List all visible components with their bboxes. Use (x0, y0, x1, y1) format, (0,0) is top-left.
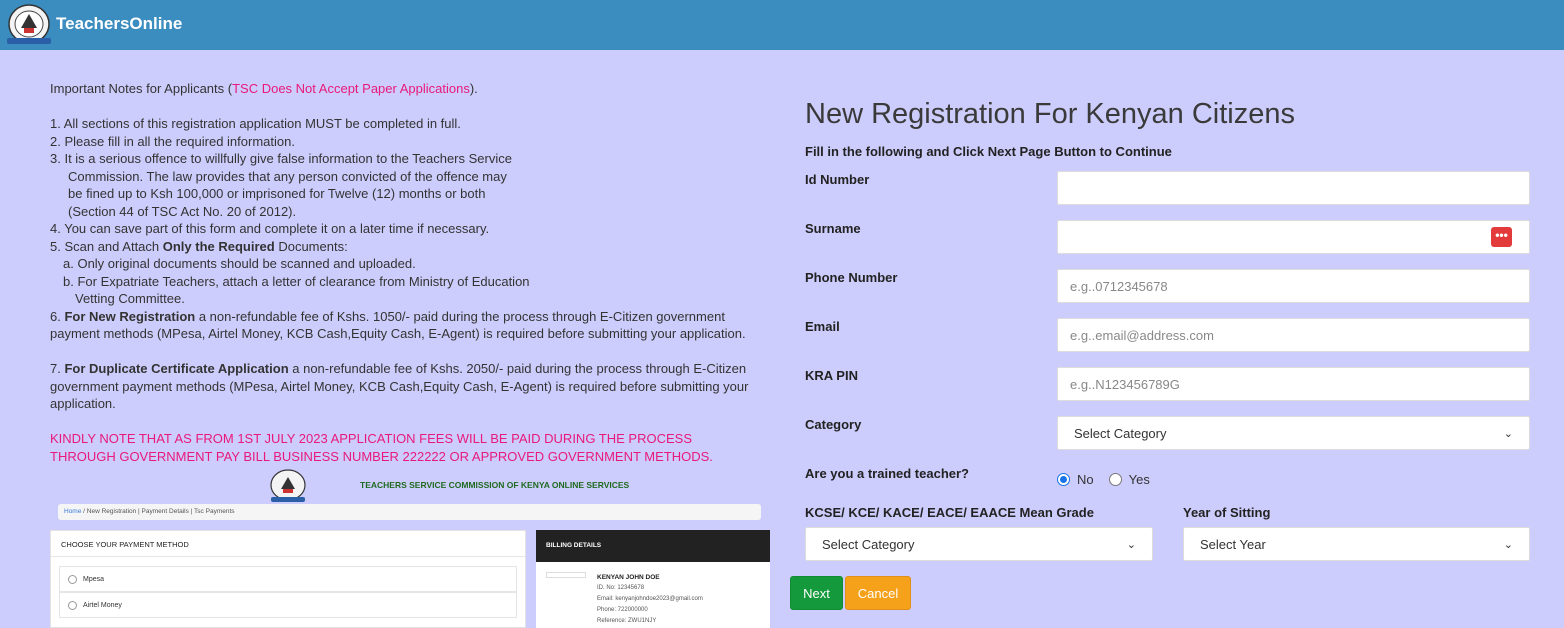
mean-grade-select[interactable]: Select Category ⌄ (805, 527, 1153, 561)
trained-no-radio[interactable] (1057, 473, 1070, 486)
note-item-5b-line-1: b. For Expatriate Teachers, attach a let… (63, 273, 530, 289)
embedded-breadcrumb-rest: / New Registration | Payment Details | T… (81, 508, 235, 515)
note-item-3-line-1: 3. It is a serious offence to willfully … (50, 151, 512, 166)
note-item-4: 4. You can save part of this form and co… (50, 221, 490, 236)
email-input[interactable] (1057, 318, 1530, 352)
embedded-bill-reference: Reference: ZWU1NJY (597, 618, 657, 624)
notes-intro-suffix: ). (469, 81, 478, 96)
embedded-breadcrumb-home: Home (64, 508, 82, 515)
note-item-2: 2. Please fill in all the required infor… (50, 133, 295, 149)
embedded-title: TEACHERS SERVICE COMMISSION OF KENYA ONL… (360, 480, 630, 490)
note-item-1: 1. All sections of this registration app… (50, 116, 461, 131)
id-number-label: Id Number (805, 172, 870, 187)
year-of-sitting-select[interactable]: Select Year ⌄ (1183, 527, 1530, 561)
trained-no-label[interactable]: No (1077, 472, 1094, 487)
note-item-6: 6. For New Registration a non-refundable… (50, 308, 760, 343)
applicant-notes: Important Notes for Applicants (TSC Does… (50, 80, 760, 465)
payment-warning: KINDLY NOTE THAT AS FROM 1ST JULY 2023 A… (50, 431, 713, 464)
id-number-input[interactable] (1057, 171, 1530, 205)
kra-pin-input[interactable] (1057, 367, 1530, 401)
radio-icon (68, 574, 77, 584)
trained-yes-label[interactable]: Yes (1129, 472, 1150, 487)
embedded-bill-id: ID. No: 12345678 (597, 585, 645, 591)
phone-number-label: Phone Number (805, 270, 898, 285)
paper-applications-note: TSC Does Not Accept Paper Applications (232, 81, 470, 96)
payment-example-image: TEACHERS SERVICE COMMISSION OF KENYA ONL… (50, 468, 770, 628)
note-item-3-line-2: Commission. The law provides that any pe… (68, 168, 507, 184)
chevron-down-icon: ⌄ (1126, 538, 1136, 551)
next-button[interactable]: Next (790, 576, 843, 610)
notes-intro-prefix: Important Notes for Applicants ( (50, 81, 233, 96)
note-item-6-prefix: 6. (50, 308, 65, 324)
embedded-payment-heading: CHOOSE YOUR PAYMENT METHOD (51, 531, 525, 557)
embedded-breadcrumb: Home / New Registration | Payment Detail… (58, 504, 761, 520)
cancel-button[interactable]: Cancel (845, 576, 911, 610)
note-item-6-bold: For New Registration (64, 308, 196, 324)
note-item-5-prefix: 5. Scan and Attach (50, 238, 163, 254)
embedded-bill-phone: Phone: 722000000 (597, 607, 648, 613)
note-item-5-bold: Only the Required (162, 238, 275, 254)
note-item-5-suffix: Documents: (274, 238, 348, 254)
embedded-billing-details: KENYAN JOHN DOE ID. No: 12345678 Email: … (597, 572, 703, 627)
mean-grade-label: KCSE/ KCE/ KACE/ EACE/ EAACE Mean Grade (805, 505, 1094, 520)
notes-intro: Important Notes for Applicants (TSC Does… (50, 80, 760, 98)
tsc-logo-icon[interactable] (5, 2, 53, 47)
note-item-5b-line-2: Vetting Committee. (75, 291, 185, 306)
surname-input[interactable] (1057, 220, 1530, 254)
chevron-down-icon: ⌄ (1503, 538, 1513, 551)
embedded-option-mpesa: Mpesa (59, 566, 517, 592)
embedded-option-airtel: Airtel Money (59, 592, 517, 618)
trained-teacher-radio-group: No Yes (1057, 472, 1150, 487)
year-of-sitting-select-value: Select Year (1200, 536, 1266, 552)
kra-pin-label: KRA PIN (805, 368, 858, 383)
tsc-seal-icon (270, 469, 306, 502)
trained-yes-radio[interactable] (1108, 473, 1122, 486)
brand-name[interactable]: TeachersOnline (56, 14, 182, 34)
embedded-billing-heading: BILLING DETAILS (536, 530, 770, 562)
note-item-7: 7. For Duplicate Certificate Application… (50, 360, 760, 413)
chevron-down-icon: ⌄ (1503, 427, 1513, 440)
embedded-bill-email: Email: kenyanjohndoe2023@gmail.com (597, 596, 703, 602)
embedded-payment-panel: CHOOSE YOUR PAYMENT METHOD Mpesa Airtel … (50, 530, 526, 628)
category-select-value: Select Category (1074, 425, 1167, 441)
category-label: Category (805, 417, 862, 432)
note-item-3-line-4: (Section 44 of TSC Act No. 20 of 2012). (68, 203, 297, 219)
page-title: New Registration For Kenyan Citizens (805, 98, 1295, 130)
year-of-sitting-label: Year of Sitting (1183, 505, 1271, 520)
embedded-bill-name: KENYAN JOHN DOE (597, 574, 660, 581)
surname-label: Surname (805, 221, 861, 236)
embedded-billing-panel: BILLING DETAILS KENYAN JOHN DOE ID. No: … (536, 530, 770, 628)
note-item-7-prefix: 7. (50, 361, 65, 376)
phone-number-input[interactable] (1057, 269, 1530, 303)
embedded-billing-thumb (546, 572, 586, 578)
category-select[interactable]: Select Category ⌄ (1057, 416, 1530, 450)
mean-grade-select-value: Select Category (822, 536, 915, 552)
note-item-3-line-3: be fined up to Ksh 100,000 or imprisoned… (68, 186, 486, 201)
form-subtitle: Fill in the following and Click Next Pag… (805, 144, 1172, 159)
top-navbar: TeachersOnline (0, 0, 1564, 50)
radio-icon (68, 600, 77, 610)
embedded-option-airtel-label: Airtel Money (83, 601, 122, 609)
note-item-5a: a. Only original documents should be sca… (63, 256, 416, 271)
password-manager-icon[interactable]: ••• (1491, 227, 1512, 247)
note-item-7-bold: For Duplicate Certificate Application (64, 361, 289, 376)
email-label: Email (805, 319, 840, 334)
trained-teacher-label: Are you a trained teacher? (805, 466, 969, 481)
note-item-5: 5. Scan and Attach Only the Required Doc… (50, 238, 760, 256)
embedded-option-mpesa-label: Mpesa (83, 575, 105, 583)
